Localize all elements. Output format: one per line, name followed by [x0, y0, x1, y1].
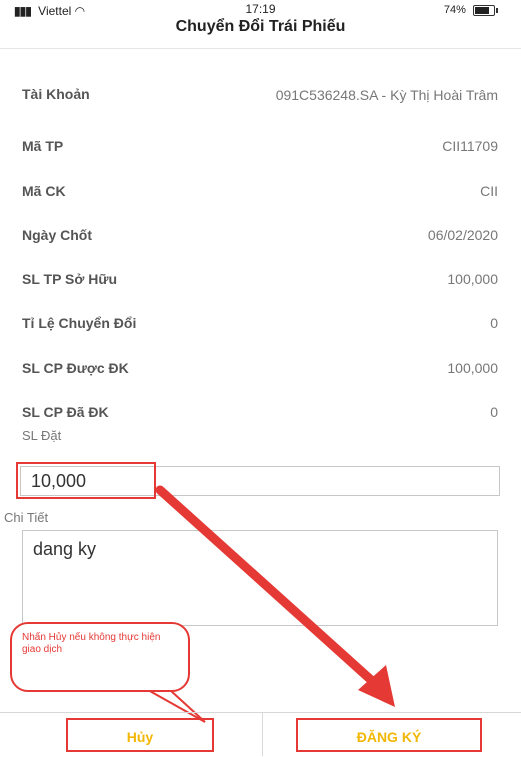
- arrow-head: [358, 665, 395, 707]
- quantity-label: SL Đặt: [22, 428, 62, 443]
- detail-text: dang ky: [33, 539, 97, 559]
- detail-label: SL CP Được ĐK: [22, 360, 129, 376]
- detail-label: SL TP Sở Hữu: [22, 271, 118, 287]
- header-divider: [0, 48, 521, 49]
- page-title: Chuyển Đổi Trái Phiếu: [175, 18, 346, 35]
- quantity-highlight-box: [16, 462, 156, 499]
- detail-row-stock-code: Mã CK CII: [22, 183, 498, 203]
- detail-value: 06/02/2020: [427, 227, 498, 243]
- detail-textarea[interactable]: dang ky: [22, 530, 498, 626]
- detail-label: Ngày Chốt: [22, 227, 92, 243]
- detail-label: SL CP Đã ĐK: [22, 404, 109, 420]
- detail-label: Tỉ Lệ Chuyển Đổi: [22, 315, 137, 331]
- detail-value: 100,000: [447, 360, 498, 376]
- detail-row-account: Tài Khoản 091C536248.SA - Kỳ Thị Hoài Tr…: [22, 86, 498, 122]
- detail-label: Tài Khoản: [22, 86, 90, 102]
- detail-label: Mã CK: [22, 183, 66, 199]
- detail-label: Mã TP: [22, 138, 64, 154]
- register-button[interactable]: ĐĂNG KÝ: [296, 718, 482, 752]
- detail-row-bond-code: Mã TP CII11709: [22, 138, 498, 158]
- cancel-button[interactable]: Hủy: [66, 718, 214, 752]
- status-right: 74%: [443, 4, 498, 16]
- button-divider: [262, 712, 263, 756]
- detail-row-shares-allowed: SL CP Được ĐK 100,000: [22, 360, 498, 380]
- detail-value: CII11709: [442, 138, 498, 154]
- battery-icon: [473, 4, 498, 16]
- detail-value: 0: [490, 315, 498, 331]
- detail-row-conversion-ratio: Tỉ Lệ Chuyển Đổi 0: [22, 315, 498, 335]
- callout-bubble: Nhấn Hủy nếu không thực hiện giao dịch: [10, 622, 190, 692]
- detail-row-bonds-owned: SL TP Sở Hữu 100,000: [22, 271, 498, 291]
- status-time: 17:19: [245, 2, 276, 16]
- detail-value: 100,000: [447, 271, 498, 287]
- detail-row-record-date: Ngày Chốt 06/02/2020: [22, 227, 498, 247]
- detail-value: 091C536248.SA - Kỳ Thị Hoài Trâm: [275, 87, 498, 103]
- detail-field-label: Chi Tiết: [4, 510, 49, 525]
- detail-row-shares-registered: SL CP Đã ĐK 0: [22, 404, 498, 424]
- detail-value: CII: [480, 183, 498, 199]
- detail-value: 0: [490, 404, 498, 420]
- battery-label: 74%: [443, 4, 466, 16]
